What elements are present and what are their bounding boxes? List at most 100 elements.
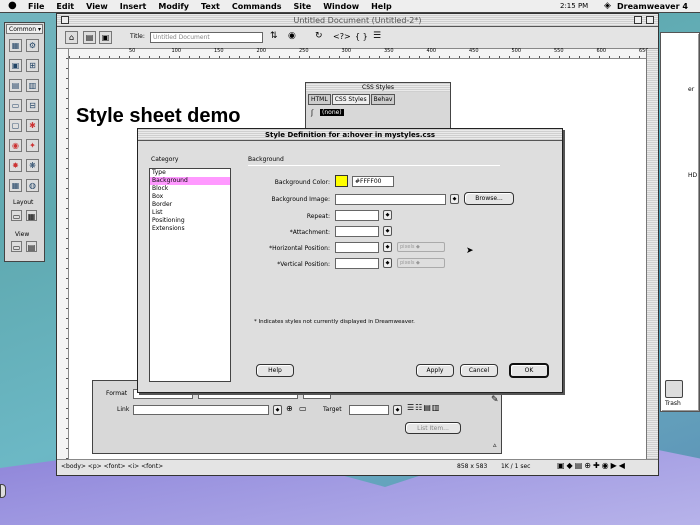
show-code-view-icon[interactable]: ⌂ [65,31,78,44]
category-item-list[interactable]: List [150,209,230,217]
repeat-select[interactable] [335,210,379,221]
menu-commands[interactable]: Commands [232,0,282,13]
link-input[interactable] [133,405,269,415]
insert-generator-icon[interactable]: ✦ [26,139,39,152]
hpos-dropdown[interactable]: ◆ [383,242,392,252]
tab-html[interactable]: HTML [308,94,331,105]
insert-email-icon[interactable]: ▭ [9,99,22,112]
vertical-scrollbar[interactable] [646,49,658,459]
tab-behaviors[interactable]: Behav [370,94,396,105]
tab-css-styles[interactable]: CSS Styles [331,94,370,105]
browse-folder-icon[interactable]: ▭ [299,404,307,413]
side-tab[interactable] [0,484,6,498]
format-label: Format [106,390,128,397]
menu-window[interactable]: Window [323,0,359,13]
code-view-icon[interactable]: ▤ [26,241,37,252]
edit-icon[interactable]: ✎ [491,395,499,405]
refresh-icon[interactable]: ↻ [315,31,323,41]
document-titlebar[interactable]: Untitled Document (Untitled-2*) [57,14,658,27]
trash-icon[interactable] [665,380,683,398]
menu-help[interactable]: Help [371,0,392,13]
category-item-type[interactable]: Type [150,169,230,177]
apple-icon[interactable]: ● [8,0,17,12]
menu-view[interactable]: View [86,0,108,13]
apply-button[interactable]: Apply [416,364,454,377]
ok-button[interactable]: OK [509,363,549,378]
expander-icon[interactable]: ▵ [493,441,497,449]
point-to-file-icon[interactable]: ⊕ [286,404,293,413]
dialog-titlebar[interactable]: Style Definition for a:hover in mystyles… [138,129,562,141]
insert-activex-icon[interactable]: ◍ [26,179,39,192]
category-item-extensions[interactable]: Extensions [150,225,230,233]
bg-image-dropdown[interactable]: ◆ [450,194,459,204]
app-icon[interactable]: ◈ [604,1,611,12]
launcher-icons[interactable]: ▣◆▤⊕✚◉▶◀ [557,461,627,470]
cancel-button[interactable]: Cancel [460,364,498,377]
insert-rollover-icon[interactable]: ⚙ [26,39,39,52]
collapse-box[interactable] [646,16,654,24]
insert-flash-icon[interactable]: ✱ [26,119,39,132]
layout-view-icon[interactable]: ▦ [26,210,37,221]
bg-color-input[interactable]: #FFFF00 [352,176,394,187]
menu-text[interactable]: Text [201,0,220,13]
insert-hr-icon[interactable]: ▥ [26,79,39,92]
insert-navbar-icon[interactable]: ▤ [9,79,22,92]
menu-clock[interactable]: 2:15 PM [560,0,588,13]
title-input[interactable]: Untitled Document [150,32,263,43]
list-item-button[interactable]: List Item... [405,422,461,434]
menu-modify[interactable]: Modify [158,0,189,13]
css-style-none[interactable]: (none) [320,109,344,116]
zoom-box[interactable] [634,16,642,24]
insert-shockwave-icon[interactable]: ◉ [9,139,22,152]
link-dropdown[interactable]: ◆ [273,405,282,415]
css-panel-titlebar[interactable]: CSS Styles [306,83,450,92]
view-options-icon[interactable]: ☰ [373,31,381,41]
insert-tabular-icon[interactable]: ▢ [9,119,22,132]
design-view-icon[interactable]: ▭ [11,241,22,252]
menu-site[interactable]: Site [293,0,311,13]
vpos-select[interactable] [335,258,379,269]
preview-browser-icon[interactable]: ◉ [288,31,296,41]
category-item-background[interactable]: Background [150,177,230,185]
target-input[interactable] [349,405,389,415]
vpos-dropdown[interactable]: ◆ [383,258,392,268]
target-dropdown[interactable]: ◆ [393,405,402,415]
bg-image-input[interactable] [335,194,446,205]
objects-panel-dropdown[interactable]: Common ▾ [6,24,43,34]
menu-file[interactable]: File [28,0,44,13]
show-design-view-icon[interactable]: ▣ [99,31,112,44]
code-nav-icon[interactable]: { } [355,32,368,41]
category-item-border[interactable]: Border [150,201,230,209]
insert-table-icon[interactable]: ▣ [9,59,22,72]
attachment-select[interactable] [335,226,379,237]
standard-view-icon[interactable]: ▭ [11,210,22,221]
insert-layer-icon[interactable]: ⊞ [26,59,39,72]
reference-icon[interactable]: <?> [333,32,351,41]
category-item-box[interactable]: Box [150,193,230,201]
ruler-tick-label: 200 [256,48,267,54]
repeat-dropdown[interactable]: ◆ [383,210,392,220]
insert-image-icon[interactable]: ▦ [9,39,22,52]
show-code-design-icon[interactable]: ▤ [83,31,96,44]
insert-date-icon[interactable]: ⊟ [26,99,39,112]
insert-applet-icon[interactable]: ❋ [26,159,39,172]
trash-label[interactable]: Trash [664,400,682,407]
attachment-dropdown[interactable]: ◆ [383,226,392,236]
insert-fireworks-icon[interactable]: ✸ [9,159,22,172]
category-item-block[interactable]: Block [150,185,230,193]
help-button[interactable]: Help [256,364,294,377]
window-size[interactable]: 858 x 583 [457,463,487,470]
insert-plugin-icon[interactable]: ▦ [9,179,22,192]
browse-button[interactable]: Browse... [464,192,514,205]
hpos-select[interactable] [335,242,379,253]
menu-insert[interactable]: Insert [120,0,147,13]
file-management-icon[interactable]: ⇅ [270,31,278,41]
menu-edit[interactable]: Edit [56,0,74,13]
tag-selector[interactable]: <body> <p> <font> <i> <font> [61,463,163,470]
category-item-positioning[interactable]: Positioning [150,217,230,225]
vpos-unit[interactable]: pixels ◆ [397,258,445,268]
hpos-unit[interactable]: pixels ◆ [397,242,445,252]
list-icons[interactable]: ☰☷▤▥ [407,403,440,412]
bg-color-swatch[interactable] [335,175,348,187]
app-name[interactable]: Dreamweaver 4 [617,0,688,13]
